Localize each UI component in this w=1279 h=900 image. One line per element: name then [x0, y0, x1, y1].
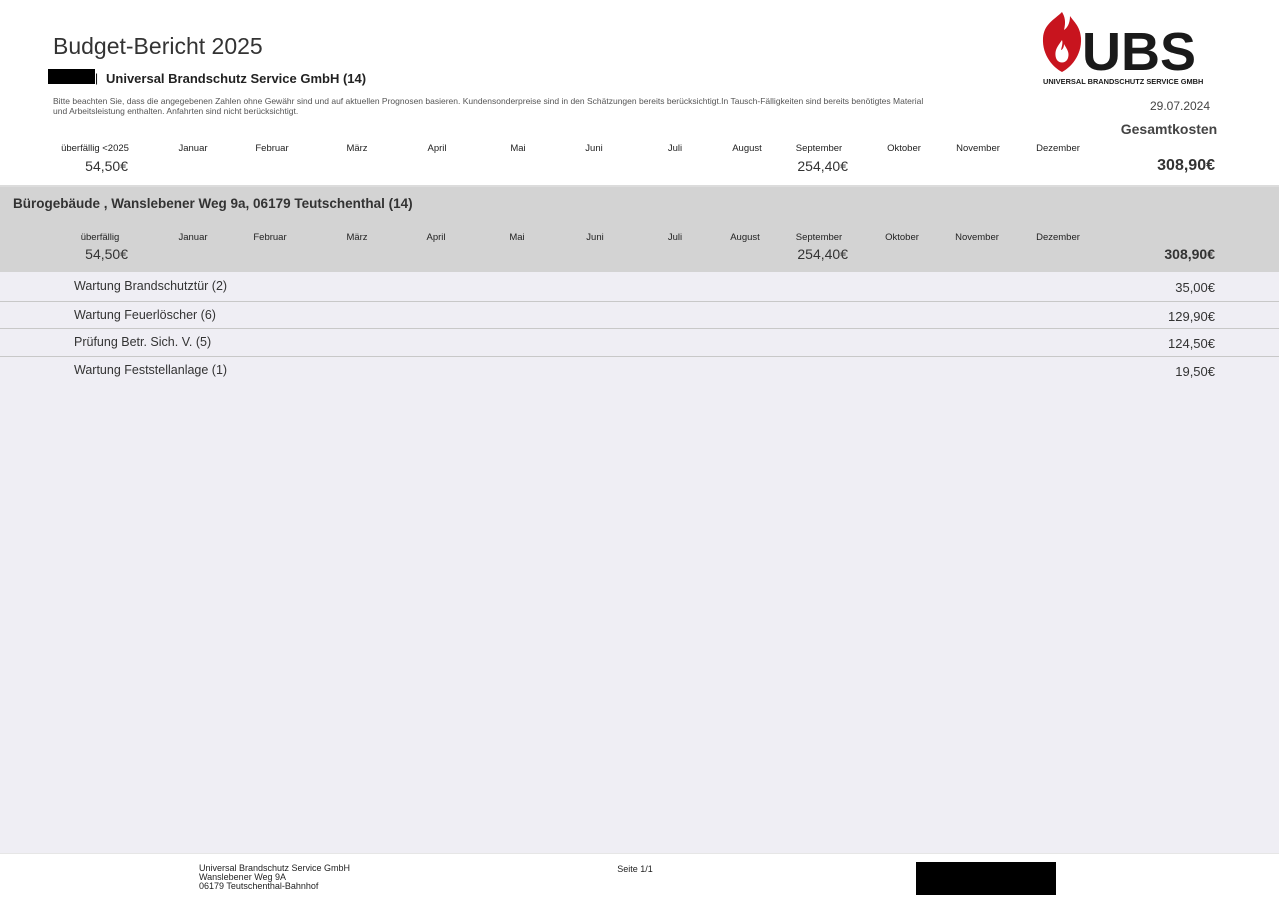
- report-title: Budget-Bericht 2025: [53, 33, 263, 59]
- item-value: 124,50€: [1168, 336, 1215, 351]
- site-month-apr: April: [426, 232, 446, 243]
- summary-overdue-label: überfällig <2025: [61, 143, 129, 154]
- item-label: Prüfung Betr. Sich. V. (5): [74, 335, 212, 349]
- total-costs-label: Gesamtkosten: [1120, 121, 1218, 137]
- site-overdue-label: überfällig: [80, 232, 120, 243]
- item-value: 35,00€: [1175, 280, 1215, 295]
- site-total-value: 308,90€: [1164, 246, 1215, 262]
- item-label: Wartung Feuerlöscher (6): [74, 308, 216, 322]
- summary-month-sep: September: [795, 143, 843, 154]
- footer-divider: [0, 853, 1279, 854]
- site-month-may: Mai: [509, 232, 525, 243]
- report-date: 29.07.2024: [1149, 99, 1211, 113]
- site-title: Bürogebäude , Wanslebener Weg 9a, 06179 …: [13, 196, 413, 211]
- summary-overdue-value: 54,50€: [85, 158, 128, 174]
- summary-month-apr: April: [427, 143, 447, 154]
- site-month-nov: November: [955, 232, 999, 243]
- list-item: Wartung Feststellanlage (1) 19,50€: [0, 356, 1279, 384]
- site-month-aug: August: [730, 232, 760, 243]
- summary-month-jun: Juni: [585, 143, 603, 154]
- redaction-block: [48, 69, 95, 84]
- logo-subtitle: UNIVERSAL BRANDSCHUTZ SERVICE GMBH: [1043, 77, 1203, 86]
- item-label: Wartung Feststellanlage (1): [74, 363, 228, 377]
- company-name: Universal Brandschutz Service GmbH (14): [106, 71, 367, 86]
- summary-month-feb: Februar: [255, 143, 289, 154]
- summary-month-jan: Januar: [178, 143, 208, 154]
- site-month-jun: Juni: [586, 232, 604, 243]
- list-item: Wartung Feuerlöscher (6) 129,90€: [0, 301, 1279, 329]
- site-month-jan: Januar: [178, 232, 208, 243]
- summary-total-value: 308,90€: [1157, 157, 1215, 174]
- summary-month-oct: Oktober: [887, 143, 921, 154]
- disclaimer-note: Bitte beachten Sie, dass die angegebenen…: [53, 96, 924, 116]
- site-month-jul: Juli: [667, 232, 683, 243]
- site-overdue-value: 54,50€: [85, 246, 128, 262]
- site-month-dec: Dezember: [1036, 232, 1080, 243]
- site-september-value: 254,40€: [797, 246, 848, 262]
- item-value: 19,50€: [1175, 364, 1215, 379]
- list-item: Prüfung Betr. Sich. V. (5) 124,50€: [0, 328, 1279, 356]
- item-value: 129,90€: [1168, 309, 1215, 324]
- item-label: Wartung Brandschutztür (2): [74, 279, 228, 293]
- summary-september-value: 254,40€: [797, 158, 848, 174]
- list-item: Wartung Brandschutztür (2) 35,00€: [0, 273, 1279, 300]
- summary-month-mar: März: [346, 143, 368, 154]
- summary-month-jul: Juli: [667, 143, 683, 154]
- summary-month-may: Mai: [510, 143, 526, 154]
- site-month-feb: Februar: [253, 232, 287, 243]
- logo-letters: UBS: [1082, 22, 1196, 82]
- summary-month-aug: August: [732, 143, 762, 154]
- summary-month-nov: November: [956, 143, 1000, 154]
- ubs-logo: UBS UNIVERSAL BRANDSCHUTZ SERVICE GMBH: [1042, 12, 1203, 86]
- footer-address-line: 06179 Teutschenthal-Bahnhof: [199, 881, 319, 891]
- summary-month-dec: Dezember: [1036, 143, 1080, 154]
- site-month-oct: Oktober: [885, 232, 919, 243]
- site-month-sep: September: [795, 232, 843, 243]
- redaction-block: [916, 862, 1056, 895]
- site-month-mar: März: [346, 232, 368, 243]
- separator-pipe: |: [95, 71, 99, 85]
- footer-address: Universal Brandschutz Service GmbH Wansl…: [199, 864, 350, 891]
- page-number: Seite 1/1: [617, 864, 653, 874]
